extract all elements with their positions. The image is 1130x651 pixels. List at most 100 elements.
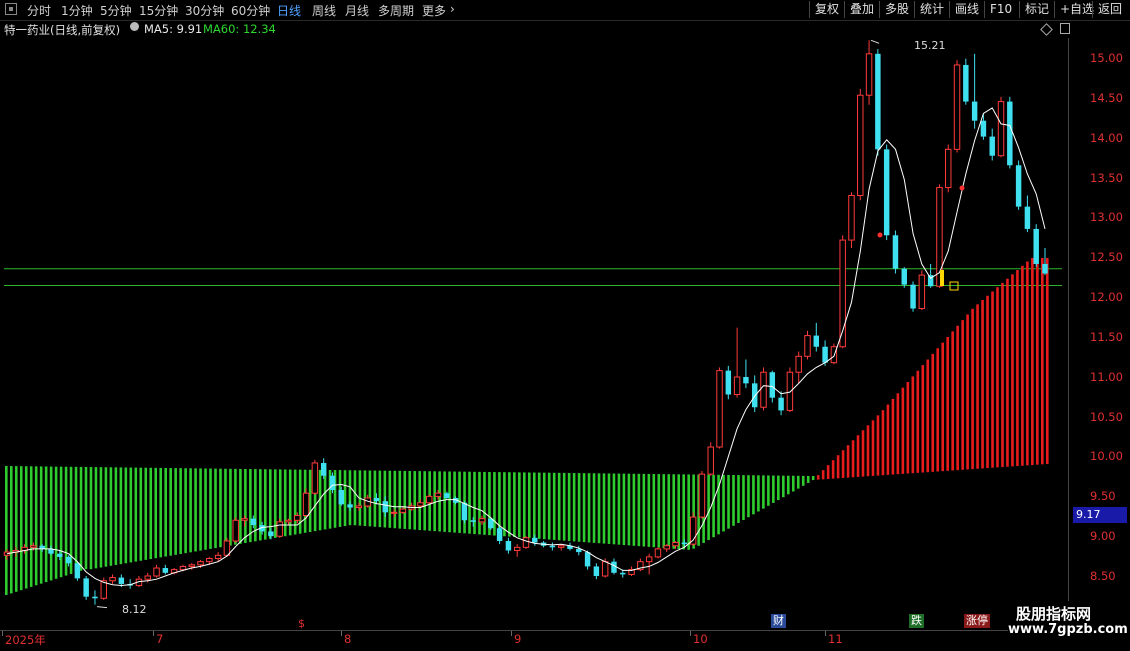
- green-bar: [348, 470, 352, 526]
- candle-body-up: [302, 492, 310, 516]
- red-bar: [1031, 258, 1034, 466]
- green-bar: [174, 468, 177, 555]
- button-huaxian[interactable]: 画线: [949, 1, 984, 18]
- period-weekly[interactable]: 周线: [312, 2, 336, 19]
- time-tick: [690, 631, 691, 636]
- red-bar: [846, 445, 850, 478]
- button-tongji[interactable]: 统计: [914, 1, 949, 18]
- green-bar: [104, 467, 108, 567]
- button-back[interactable]: 返回: [1092, 1, 1127, 18]
- candle-body-down: [620, 572, 626, 575]
- button-biaoji[interactable]: 标记: [1019, 1, 1054, 18]
- candle-body-up: [153, 567, 160, 577]
- price-axis-border: [1068, 38, 1069, 630]
- green-bar: [562, 472, 566, 541]
- green-bar: [29, 466, 33, 587]
- candle-body-up: [206, 557, 213, 563]
- button-f10[interactable]: F10: [984, 1, 1017, 18]
- green-bar: [59, 466, 63, 578]
- star-marker: [877, 232, 883, 238]
- candle-body-up: [865, 53, 873, 96]
- green-bar: [687, 474, 690, 550]
- red-bar: [931, 353, 935, 472]
- red-bar: [911, 376, 915, 474]
- period-1min[interactable]: 1分钟: [61, 2, 93, 19]
- green-bar: [9, 466, 13, 594]
- candle-body-down: [461, 502, 468, 521]
- red-bar: [971, 308, 974, 470]
- time-tick: [153, 631, 154, 636]
- button-fuquan[interactable]: 复权: [809, 1, 844, 18]
- green-bar: [423, 471, 426, 531]
- period-60min[interactable]: 60分钟: [231, 2, 270, 19]
- green-bar: [672, 474, 676, 549]
- price-tick: 10.50: [1090, 410, 1123, 424]
- candle-body-down: [875, 53, 881, 150]
- period-30min[interactable]: 30分钟: [185, 2, 224, 19]
- finance-marker[interactable]: 财: [771, 614, 786, 628]
- fall-marker[interactable]: 跌: [909, 614, 924, 628]
- red-bar: [891, 398, 895, 475]
- green-bar: [627, 473, 631, 546]
- candle-body-up: [179, 565, 187, 571]
- green-bar: [801, 475, 805, 486]
- button-duogu[interactable]: 多股: [879, 1, 914, 18]
- candle-body-down: [532, 537, 538, 543]
- green-bar: [607, 473, 611, 544]
- yellow-marker: [940, 270, 944, 286]
- green-bar: [712, 474, 715, 538]
- period-5min[interactable]: 5分钟: [100, 2, 132, 19]
- candle-body-down: [92, 596, 98, 599]
- period-more[interactable]: 更多: [422, 2, 446, 19]
- settings-icon[interactable]: [130, 22, 139, 31]
- red-bar: [861, 430, 865, 477]
- candle-body-up: [522, 537, 530, 548]
- green-bar: [707, 474, 710, 541]
- candle-body-down: [496, 528, 503, 541]
- period-15min[interactable]: 15分钟: [139, 2, 178, 19]
- candle-body-down: [444, 493, 450, 498]
- red-bar: [976, 304, 979, 469]
- candle-body-up: [311, 462, 319, 494]
- red-bar: [936, 348, 940, 472]
- kline-chart[interactable]: 15.21 8.12: [0, 38, 1068, 630]
- green-bar: [468, 471, 471, 534]
- price-tick: 12.00: [1090, 290, 1123, 304]
- green-bar: [811, 475, 815, 481]
- period-daily[interactable]: 日线: [277, 2, 301, 19]
- candle-body-up: [109, 577, 116, 582]
- layout-icon[interactable]: [5, 3, 17, 15]
- candle-body-down: [1024, 206, 1031, 229]
- candle-body-down: [681, 542, 688, 545]
- red-bar: [996, 287, 999, 468]
- red-bar: [881, 410, 885, 476]
- candle-body-up: [294, 514, 301, 521]
- green-bar: [109, 467, 113, 566]
- green-bar: [532, 472, 536, 539]
- green-bar: [244, 468, 247, 543]
- green-bar: [239, 468, 242, 544]
- red-bar: [896, 393, 900, 475]
- candle-body-up: [241, 518, 248, 521]
- candle-body-up: [672, 542, 679, 547]
- candle-body-up: [434, 492, 442, 497]
- green-bar: [144, 467, 148, 560]
- panel-toggle-icon[interactable]: [1060, 23, 1070, 34]
- limit-up-marker[interactable]: 涨停: [964, 614, 990, 628]
- green-bar: [622, 473, 626, 546]
- green-bar: [752, 475, 755, 515]
- period-fenshi[interactable]: 分时: [27, 2, 51, 19]
- dividend-marker[interactable]: $: [298, 617, 305, 630]
- green-bar: [791, 475, 795, 492]
- period-monthly[interactable]: 月线: [345, 2, 369, 19]
- green-bar: [298, 469, 302, 534]
- price-tick: 13.50: [1090, 171, 1123, 185]
- green-bar: [229, 468, 232, 546]
- period-multi[interactable]: 多周期: [378, 2, 414, 19]
- red-bar: [901, 387, 905, 474]
- candle-body-up: [188, 564, 195, 567]
- current-price-badge: 9.17: [1073, 507, 1127, 523]
- candle-body-down: [725, 370, 732, 395]
- button-diejia[interactable]: 叠加: [844, 1, 879, 18]
- green-bar: [433, 471, 436, 532]
